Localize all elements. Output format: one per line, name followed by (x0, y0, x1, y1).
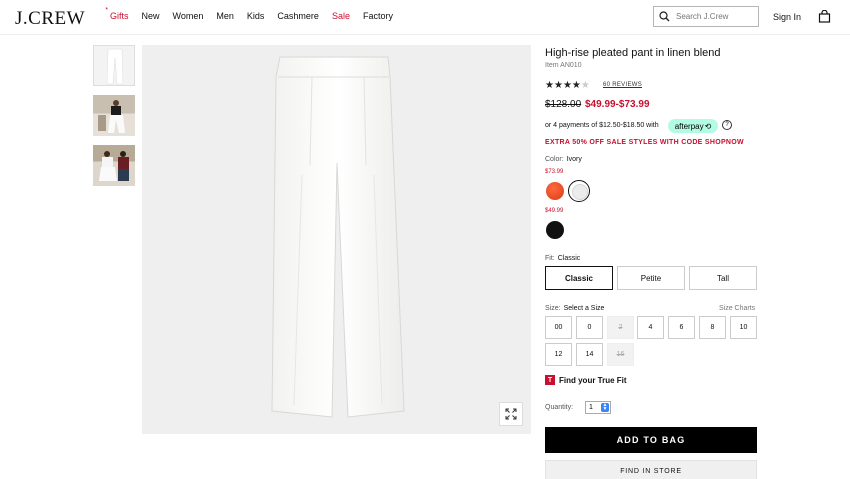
size-button-8[interactable]: 8 (699, 316, 726, 339)
fit-tall-button[interactable]: Tall (689, 266, 757, 290)
find-in-store-button[interactable]: FIND IN STORE (545, 460, 757, 479)
rating-stars[interactable]: ★ ★ ★ ★ ★ (545, 80, 590, 91)
size-button-2[interactable]: 2 (607, 316, 634, 339)
nav-women[interactable]: Women (173, 11, 204, 21)
add-to-bag-button[interactable]: ADD TO BAG (545, 427, 757, 453)
main-nav: * Gifts New Women Men Kids Cashmere Sale … (104, 7, 406, 21)
quantity-label: Quantity: (545, 404, 574, 411)
color-swatch-ivory[interactable] (568, 180, 590, 202)
color-value: Ivory (566, 156, 582, 163)
swatch-price-b: $49.99 (545, 208, 564, 214)
reviews-link[interactable]: 60 REVIEWS (603, 82, 642, 88)
thumbnail-2[interactable] (93, 95, 135, 136)
color-swatch-orange[interactable] (546, 182, 564, 200)
sign-in-link[interactable]: Sign In (773, 12, 801, 22)
original-price: $128.00 (545, 99, 582, 110)
star-icon: ★ (553, 80, 563, 91)
info-icon[interactable]: ? (722, 120, 732, 130)
afterpay-badge[interactable]: afterpay ⟲ (668, 119, 718, 133)
size-button-16[interactable]: 16 (607, 343, 634, 366)
gifts-star-icon: * (105, 7, 108, 14)
product-image[interactable] (142, 45, 531, 434)
color-label: Color: Ivory (545, 156, 582, 163)
select-arrows-icon: ▲ ▼ (601, 402, 609, 412)
nav-gifts[interactable]: * Gifts (104, 7, 129, 21)
size-button-12[interactable]: 12 (545, 343, 572, 366)
afterpay-label: afterpay (674, 121, 704, 131)
afterpay-text: or 4 payments of $12.50-$18.50 with (545, 122, 659, 129)
thumbnail-3[interactable] (93, 145, 135, 186)
color-swatch-black[interactable] (546, 221, 564, 239)
shopping-bag-icon[interactable] (818, 10, 831, 23)
linen-pant-illustration (271, 56, 405, 418)
search-icon (659, 11, 670, 22)
nav-men[interactable]: Men (216, 11, 234, 21)
expand-image-button[interactable] (499, 402, 523, 426)
fit-classic-button[interactable]: Classic (545, 266, 613, 290)
size-button-4[interactable]: 4 (637, 316, 664, 339)
nav-new[interactable]: New (142, 11, 160, 21)
size-button-6[interactable]: 6 (668, 316, 695, 339)
quantity-select[interactable]: 1 ▲ ▼ (585, 401, 611, 414)
size-button-10[interactable]: 10 (730, 316, 757, 339)
star-icon: ★ (562, 80, 572, 91)
nav-cashmere[interactable]: Cashmere (277, 11, 319, 21)
truefit-logo-icon: T (545, 375, 555, 385)
site-header: J.CREW * Gifts New Women Men Kids Cashmer… (0, 0, 850, 35)
nav-factory[interactable]: Factory (363, 11, 393, 21)
size-charts-link[interactable]: Size Charts (719, 305, 755, 312)
search-input[interactable] (676, 12, 751, 21)
star-icon: ★ (571, 80, 581, 91)
search-box[interactable] (653, 6, 759, 27)
swatch-price-a: $73.99 (545, 169, 564, 175)
nav-sale[interactable]: Sale (332, 11, 350, 21)
nav-kids[interactable]: Kids (247, 11, 265, 21)
expand-icon (505, 408, 517, 420)
size-button-0[interactable]: 0 (576, 316, 603, 339)
jcrew-logo[interactable]: J.CREW (15, 8, 85, 30)
quantity-value: 1 (589, 404, 593, 411)
item-number: Item AN010 (545, 62, 582, 69)
size-button-00[interactable]: 00 (545, 316, 572, 339)
thumbnail-1[interactable] (93, 45, 135, 86)
promo-banner: EXTRA 50% OFF SALE STYLES WITH CODE SHOP… (545, 139, 744, 146)
size-button-14[interactable]: 14 (576, 343, 603, 366)
afterpay-loop-icon: ⟲ (704, 121, 712, 131)
fit-label: Fit: Classic (545, 255, 581, 262)
size-label: Size: Select a Size (545, 305, 605, 312)
star-icon: ★ (545, 80, 554, 91)
star-empty-icon: ★ (580, 80, 590, 91)
size-value: Select a Size (563, 305, 605, 312)
sale-price: $49.99-$73.99 (585, 99, 650, 110)
true-fit-link[interactable]: Find your True Fit (559, 376, 627, 385)
product-title: High-rise pleated pant in linen blend (545, 47, 721, 59)
fit-value: Classic (557, 255, 581, 262)
fit-petite-button[interactable]: Petite (617, 266, 685, 290)
